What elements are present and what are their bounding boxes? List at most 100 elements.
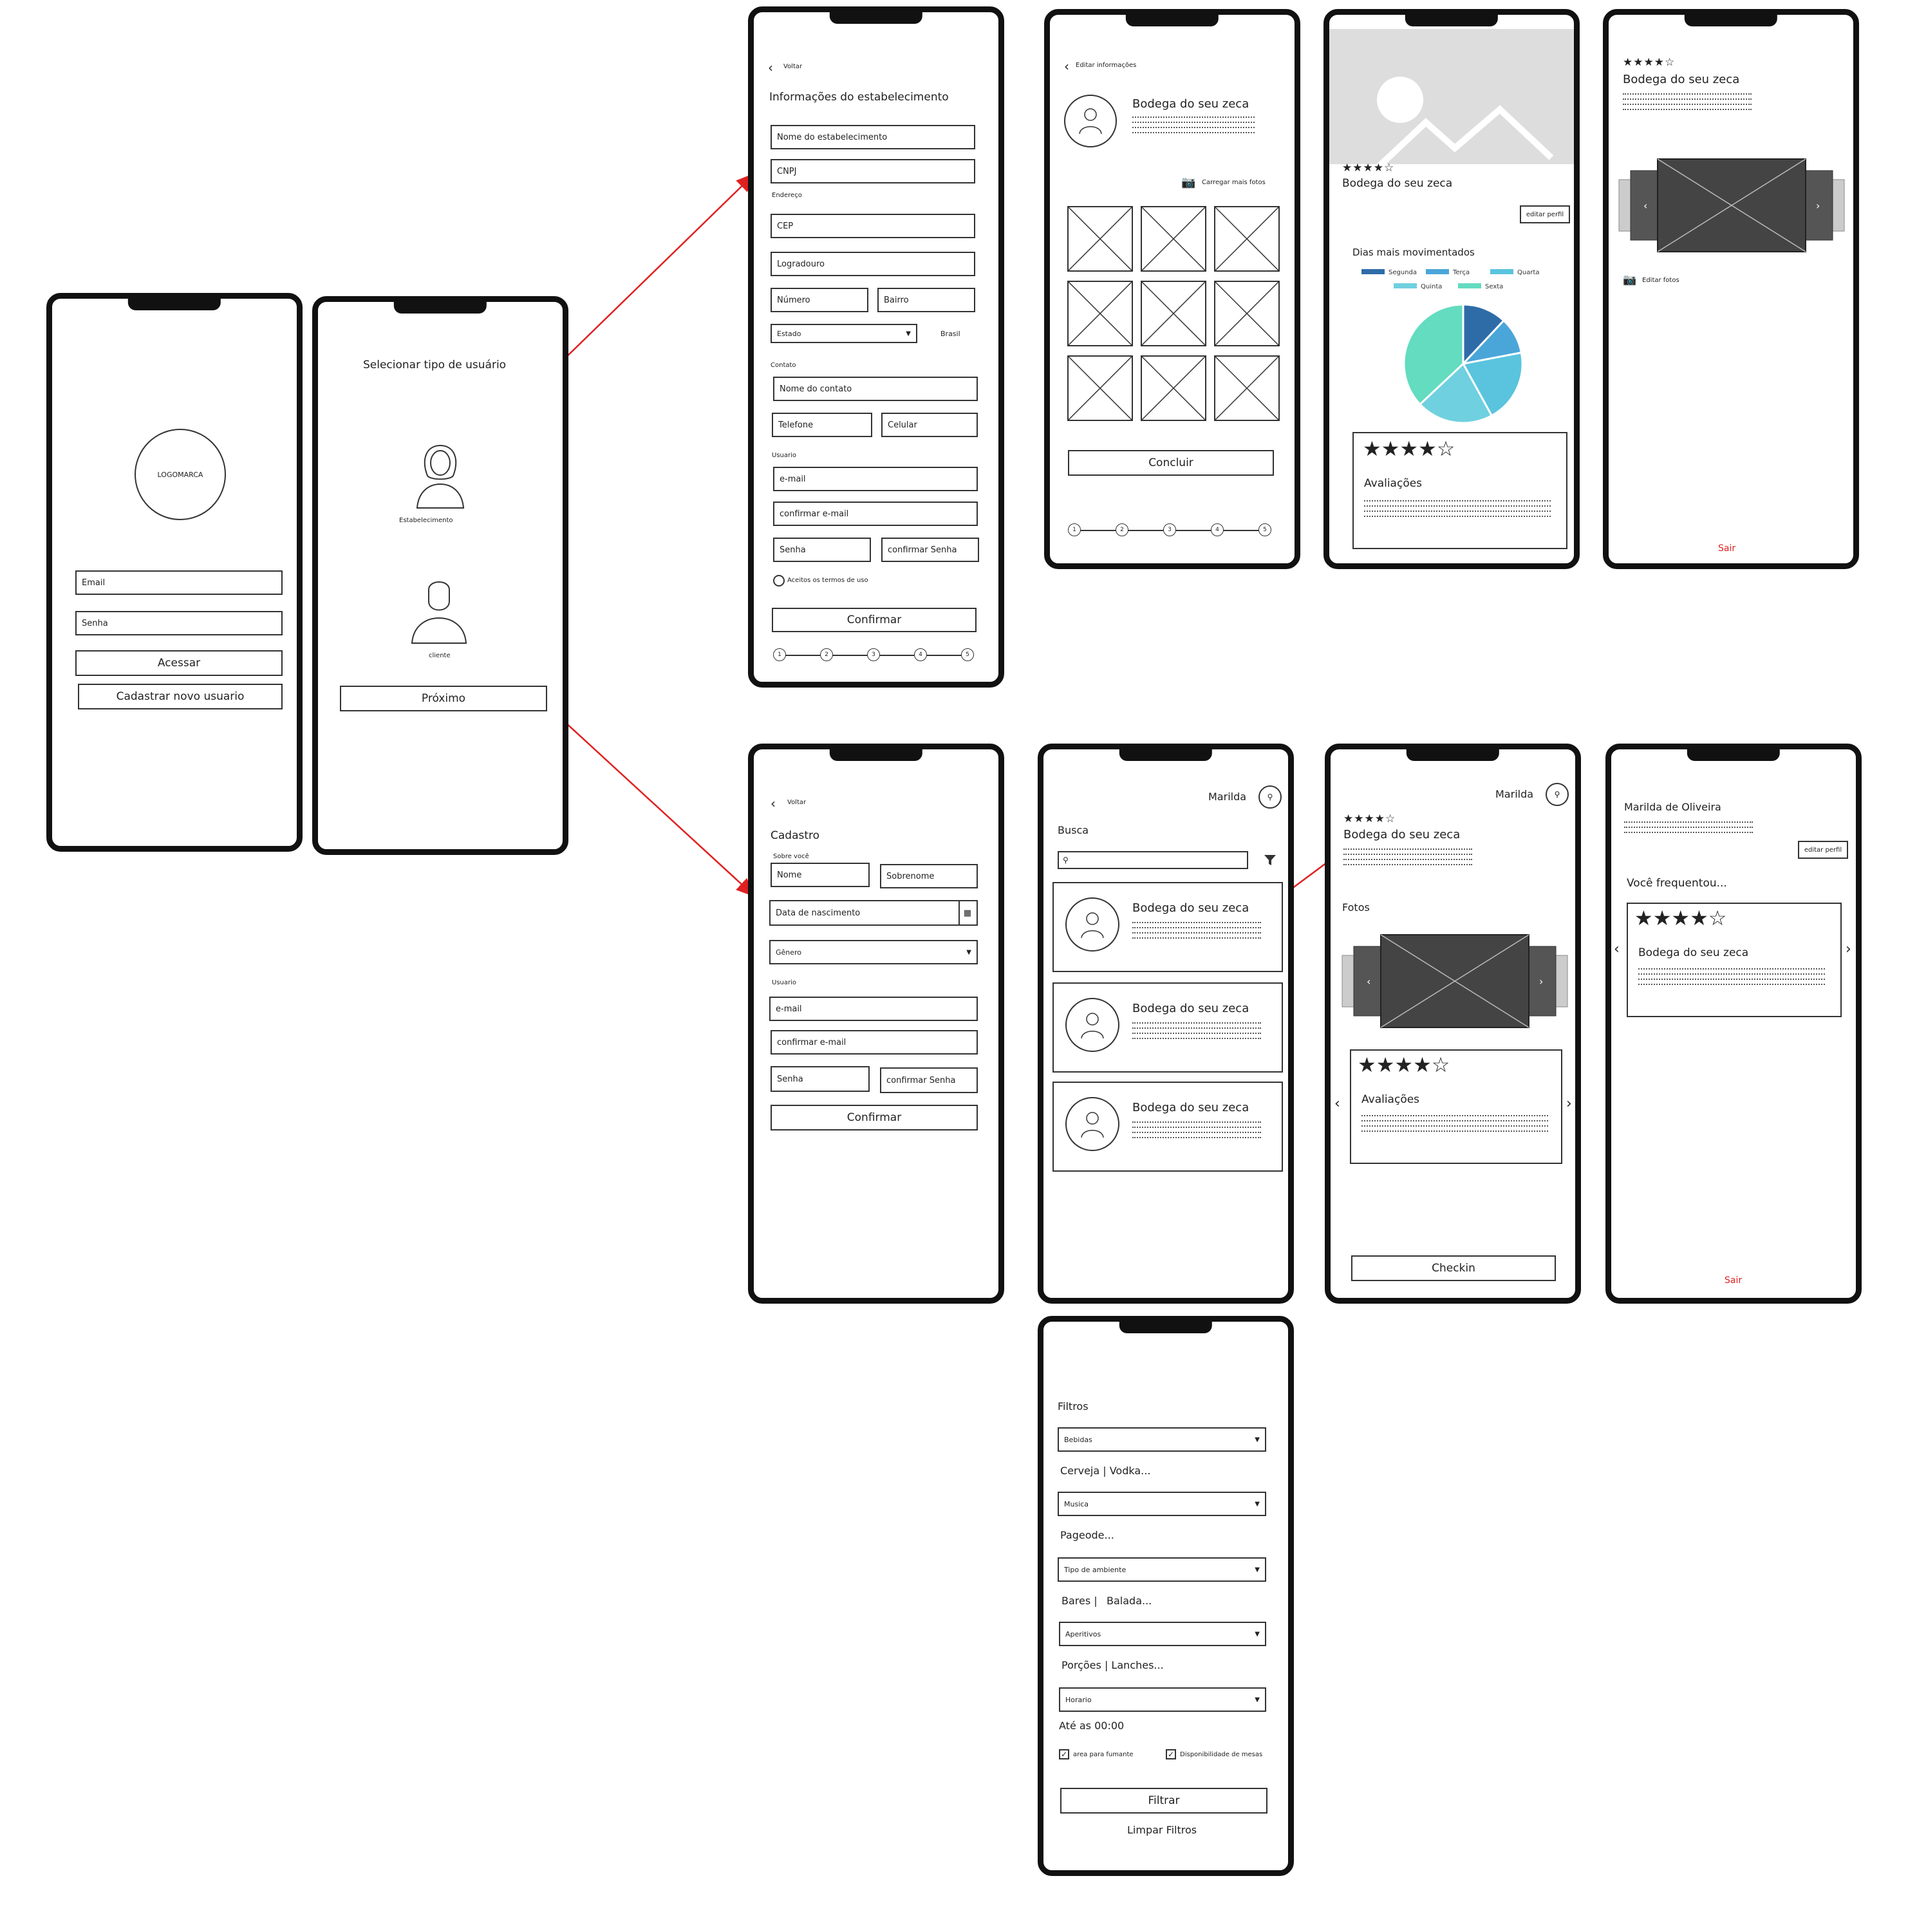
step-5[interactable]: 5	[961, 648, 974, 661]
smoking-checkbox-icon[interactable]: ✓	[1059, 1749, 1069, 1759]
star-filled-icon: ★	[1363, 436, 1381, 461]
confirm-button[interactable]: Confirmar	[772, 608, 977, 632]
avatar[interactable]: ⚲	[1258, 785, 1282, 809]
step-5[interactable]: 5	[1258, 523, 1271, 536]
phone-notch	[1119, 748, 1213, 761]
phone-field[interactable]: Telefone	[772, 413, 872, 437]
search-input[interactable]: ⚲	[1058, 851, 1248, 869]
visited-prev-icon[interactable]: ‹	[1614, 943, 1620, 957]
email-field[interactable]: e-mail	[769, 997, 978, 1021]
birth-date-field[interactable]: Data de nascimento ▦	[769, 900, 978, 926]
logout-link[interactable]: Sair	[1718, 544, 1735, 553]
user-icon	[1081, 1013, 1104, 1039]
reviews-next-icon[interactable]: ›	[1566, 1097, 1572, 1111]
cell-field[interactable]: Celular	[881, 413, 978, 437]
confirm-password-field[interactable]: confirmar Senha	[881, 538, 979, 562]
state-select[interactable]: Estado ▼	[771, 324, 917, 343]
star-filled-icon: ★	[1352, 162, 1363, 174]
hours-select[interactable]: Horario ▼	[1059, 1687, 1266, 1712]
gender-select[interactable]: Gênero ▼	[769, 940, 978, 964]
next-button[interactable]: Próximo	[340, 686, 547, 711]
appetizer-select[interactable]: Aperitivos ▼	[1059, 1622, 1266, 1646]
drink-select[interactable]: Bebidas ▼	[1058, 1427, 1266, 1452]
cnpj-field[interactable]: CNPJ	[771, 159, 975, 183]
edit-profile-button[interactable]: editar perfil	[1520, 205, 1570, 223]
chevron-down-icon: ▼	[1255, 1696, 1260, 1703]
step-2[interactable]: 2	[1116, 523, 1128, 536]
photo-carousel[interactable]: ‹ ›	[1342, 930, 1568, 1033]
back-chevron-icon[interactable]: ‹	[1064, 60, 1069, 73]
music-select[interactable]: Musica ▼	[1058, 1492, 1266, 1516]
camera-icon[interactable]: 📷	[1623, 275, 1636, 286]
result-card-3[interactable]: Bodega do seu zeca	[1052, 1082, 1283, 1172]
legend-label-quarta: Quarta	[1517, 269, 1540, 276]
checkin-button[interactable]: Checkin	[1351, 1255, 1556, 1281]
result-card-2[interactable]: Bodega do seu zeca	[1052, 982, 1283, 1073]
register-button[interactable]: Cadastrar novo usuario	[78, 684, 283, 709]
contact-name-field[interactable]: Nome do contato	[773, 377, 978, 401]
camera-icon[interactable]: 📷	[1181, 177, 1195, 189]
back-link[interactable]: Voltar	[783, 64, 802, 70]
step-1[interactable]: 1	[773, 648, 786, 661]
visited-next-icon[interactable]: ›	[1846, 943, 1851, 957]
password-field[interactable]: Senha	[771, 1066, 870, 1092]
client-option[interactable]: cliente	[407, 576, 471, 662]
place-name: Bodega do seu zeca	[1343, 828, 1461, 841]
step-1[interactable]: 1	[1068, 523, 1081, 536]
confirm-email-field[interactable]: confirmar e-mail	[773, 502, 978, 526]
step-3[interactable]: 3	[867, 648, 880, 661]
filter-button[interactable]: Filtrar	[1060, 1788, 1267, 1814]
access-button[interactable]: Acessar	[75, 650, 283, 676]
filter-icon[interactable]	[1264, 854, 1276, 867]
calendar-icon[interactable]: ▦	[958, 901, 971, 924]
clear-filters-link[interactable]: Limpar Filtros	[1127, 1825, 1197, 1835]
password-field[interactable]: Senha	[773, 538, 871, 562]
logout-link[interactable]: Sair	[1725, 1276, 1742, 1285]
finish-button[interactable]: Concluir	[1068, 450, 1274, 476]
step-3[interactable]: 3	[1163, 523, 1176, 536]
screen-establishment-photos: ★★★★☆ Bodega do seu zeca ‹ › 📷 Editar fo…	[1603, 9, 1859, 569]
establishment-option[interactable]: Estabelecimento	[399, 440, 472, 527]
upload-photos-link[interactable]: Carregar mais fotos	[1202, 180, 1266, 186]
cep-field[interactable]: CEP	[771, 214, 975, 238]
establishment-name-field[interactable]: Nome do estabelecimento	[771, 125, 975, 149]
street-field[interactable]: Logradouro	[771, 252, 975, 276]
legend-swatch-segunda	[1361, 269, 1385, 274]
gender-select-value: Gênero	[776, 948, 802, 957]
password-field[interactable]: Senha	[75, 611, 283, 635]
back-chevron-icon[interactable]: ‹	[771, 797, 776, 810]
terms-radio-icon[interactable]	[773, 575, 785, 586]
reviews-prev-icon[interactable]: ‹	[1334, 1097, 1340, 1111]
visited-card[interactable]: ★★★★☆ Bodega do seu zeca	[1627, 903, 1842, 1017]
email-field[interactable]: Email	[75, 570, 283, 595]
edit-profile-button[interactable]: editar perfil	[1798, 841, 1848, 859]
tables-checkbox-icon[interactable]: ✓	[1166, 1749, 1176, 1759]
ambience-hint-2: Balada...	[1107, 1595, 1152, 1607]
star-empty-icon: ☆	[1384, 162, 1395, 174]
back-chevron-icon[interactable]: ‹	[768, 61, 773, 74]
confirm-password-field[interactable]: confirmar Senha	[880, 1067, 978, 1093]
last-name-field[interactable]: Sobrenome	[880, 864, 978, 888]
star-filled-icon: ★	[1399, 436, 1419, 461]
place-avatar	[1065, 1097, 1119, 1151]
first-name-field[interactable]: Nome	[771, 863, 870, 887]
back-link[interactable]: Voltar	[787, 800, 806, 806]
email-field[interactable]: e-mail	[773, 467, 978, 491]
step-4[interactable]: 4	[1211, 523, 1224, 536]
ambience-select[interactable]: Tipo de ambiente ▼	[1058, 1557, 1266, 1582]
result-card-1[interactable]: Bodega do seu zeca	[1052, 882, 1283, 972]
chart-legend-swatches: Segunda Terça Quarta Quinta Sexta	[1361, 269, 1540, 290]
photos-title: Fotos	[1342, 901, 1370, 914]
step-2[interactable]: 2	[820, 648, 833, 661]
avatar[interactable]: ⚲	[1546, 783, 1569, 806]
edit-photos-link[interactable]: Editar fotos	[1642, 277, 1679, 284]
photo-carousel[interactable]: ‹ ›	[1618, 154, 1845, 257]
rating-stars: ★★★★☆	[1343, 814, 1396, 825]
confirm-button[interactable]: Confirmar	[771, 1105, 978, 1130]
district-field[interactable]: Bairro	[877, 288, 975, 312]
photo-grid	[1067, 205, 1283, 424]
back-link[interactable]: Editar informações	[1076, 62, 1136, 69]
number-field[interactable]: Número	[771, 288, 868, 312]
confirm-email-field[interactable]: confirmar e-mail	[771, 1030, 978, 1055]
step-4[interactable]: 4	[914, 648, 927, 661]
